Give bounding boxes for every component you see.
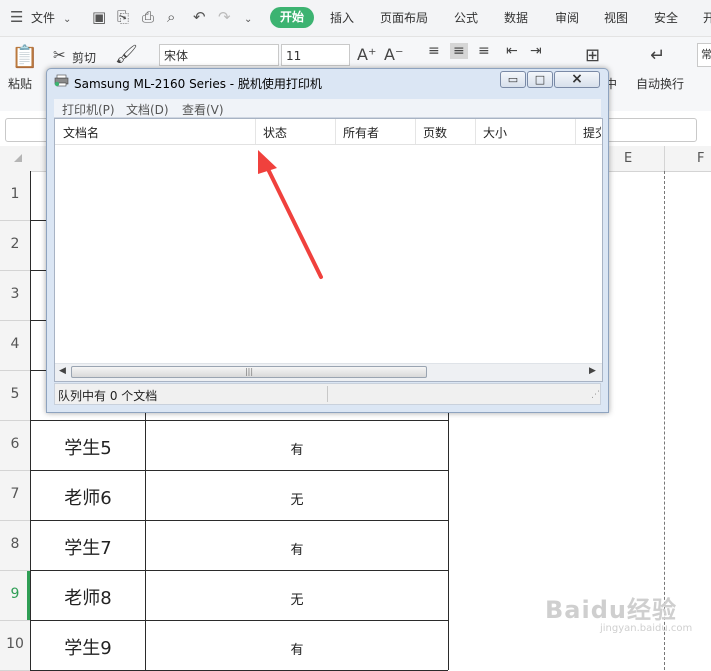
arrow-head [258,150,277,174]
watermark-url: jingyan.baidu.com [600,623,693,634]
watermark-logo: Baidu经验 [545,596,677,624]
arrow-shaft [264,163,323,279]
annotation-arrow [258,150,323,279]
